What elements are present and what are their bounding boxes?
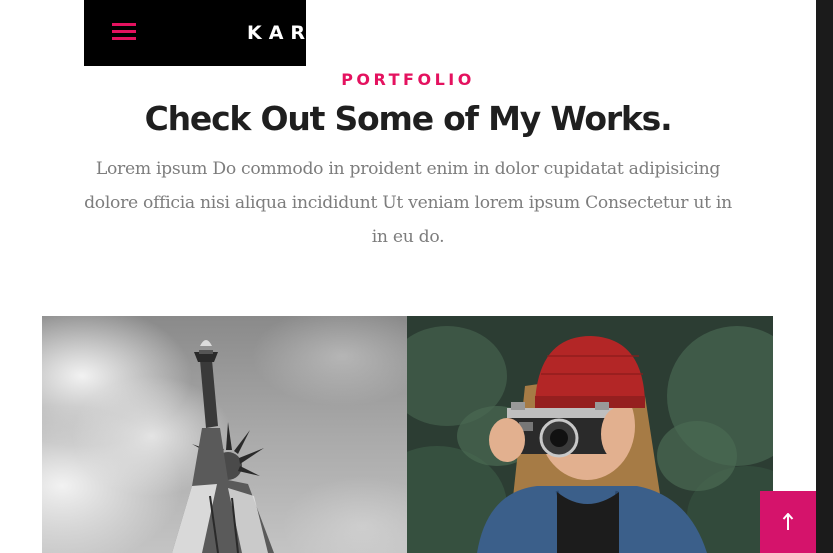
statue-of-liberty-photo xyxy=(42,316,407,553)
portfolio-item-statue[interactable] xyxy=(42,316,407,553)
portfolio-gallery xyxy=(42,316,773,553)
page: KARDS PORTFOLIO Check Out Some of My Wor… xyxy=(0,0,816,553)
section-eyebrow: PORTFOLIO xyxy=(341,70,475,89)
page-scroll-edge xyxy=(816,0,833,553)
hamburger-menu-icon[interactable] xyxy=(112,20,138,43)
section-title: Check Out Some of My Works. xyxy=(144,99,673,138)
arrow-up-icon xyxy=(782,513,794,530)
woman-with-camera-photo xyxy=(407,316,773,553)
back-to-top-button[interactable] xyxy=(760,491,816,553)
portfolio-item-photographer[interactable] xyxy=(407,316,773,553)
menu-bar xyxy=(112,30,136,33)
menu-bar xyxy=(112,23,136,26)
menu-bar xyxy=(112,37,136,40)
section-description: Lorem ipsum Do commodo in proident enim … xyxy=(84,159,732,247)
site-logo[interactable]: KARDS xyxy=(247,21,356,45)
site-header: KARDS xyxy=(84,0,349,66)
